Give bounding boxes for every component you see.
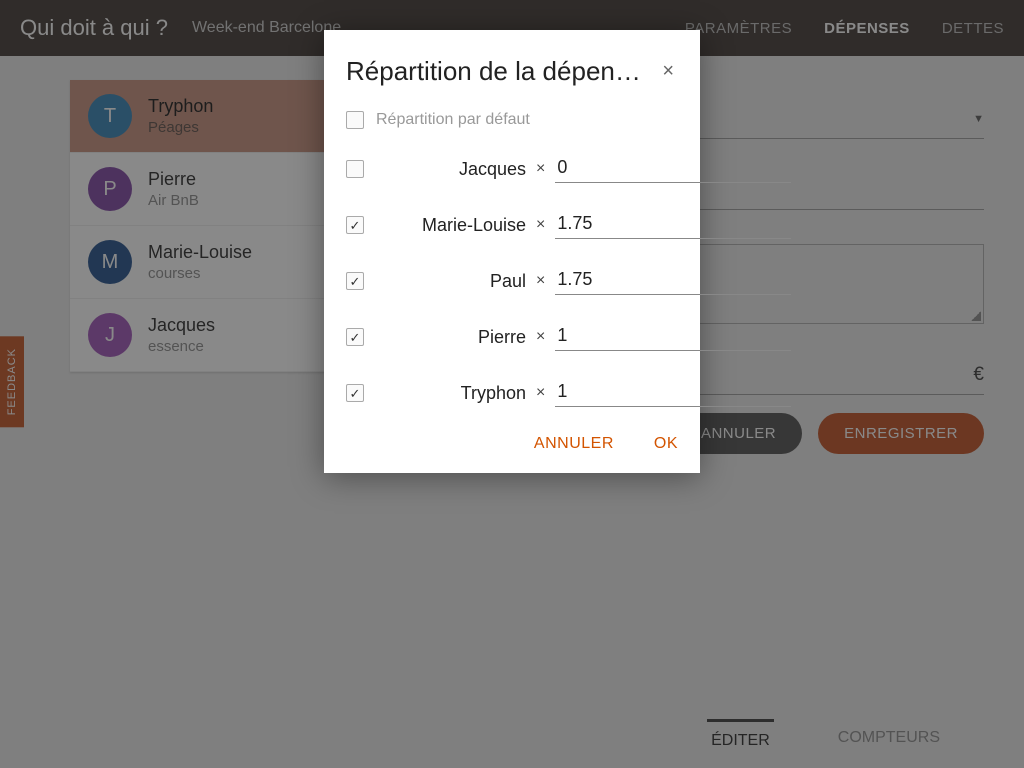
person-weight-input[interactable] (555, 267, 791, 295)
person-row: Tryphon × (346, 379, 678, 407)
person-weight-input[interactable] (555, 155, 791, 183)
person-checkbox[interactable] (346, 216, 364, 234)
multiply-icon: × (536, 216, 545, 234)
person-row: Jacques × (346, 155, 678, 183)
multiply-icon: × (536, 272, 545, 290)
person-weight-input[interactable] (555, 379, 791, 407)
multiply-icon: × (536, 328, 545, 346)
modal-actions: ANNULER OK (346, 435, 678, 453)
person-name: Paul (384, 271, 526, 292)
multiply-icon: × (536, 160, 545, 178)
person-checkbox[interactable] (346, 384, 364, 402)
person-name: Marie-Louise (384, 215, 526, 236)
person-weight-input[interactable] (555, 211, 791, 239)
person-checkbox[interactable] (346, 160, 364, 178)
person-name: Pierre (384, 327, 526, 348)
default-repartition-row[interactable]: Répartition par défaut (346, 111, 678, 129)
modal-title: Répartition de la dépen… (346, 56, 641, 87)
close-icon[interactable]: × (658, 60, 678, 83)
person-row: Pierre × (346, 323, 678, 351)
default-repartition-checkbox[interactable] (346, 111, 364, 129)
people-rows: Jacques×Marie-Louise×Paul×Pierre×Tryphon… (346, 155, 678, 407)
person-name: Jacques (384, 159, 526, 180)
person-checkbox[interactable] (346, 328, 364, 346)
repartition-modal: Répartition de la dépen… × Répartition p… (324, 30, 700, 473)
person-checkbox[interactable] (346, 272, 364, 290)
modal-cancel-button[interactable]: ANNULER (534, 435, 614, 453)
person-row: Marie-Louise × (346, 211, 678, 239)
person-weight-input[interactable] (555, 323, 791, 351)
multiply-icon: × (536, 384, 545, 402)
person-name: Tryphon (384, 383, 526, 404)
default-repartition-label: Répartition par défaut (376, 111, 530, 129)
person-row: Paul × (346, 267, 678, 295)
modal-title-row: Répartition de la dépen… × (346, 56, 678, 87)
modal-ok-button[interactable]: OK (654, 435, 678, 453)
